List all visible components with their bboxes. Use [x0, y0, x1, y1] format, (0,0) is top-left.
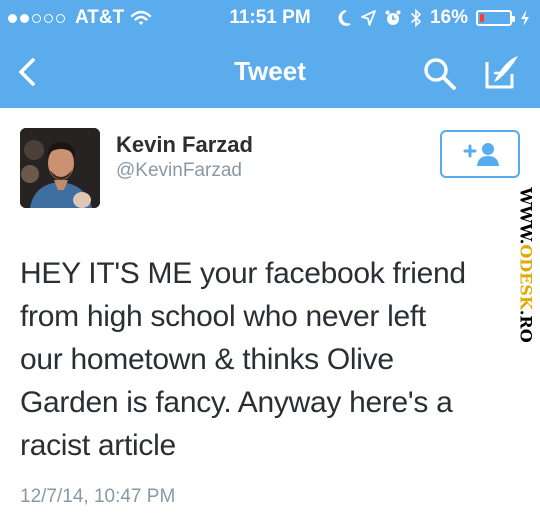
bluetooth-icon	[410, 8, 422, 28]
watermark-prefix: WWW.	[516, 187, 536, 245]
tweet-text-line: HEY IT'S ME your facebook friend	[20, 257, 466, 290]
tweet-text-line: Garden is fancy. Anyway here's a	[20, 386, 453, 419]
tweet-text: HEY IT'S ME your facebook friend from hi…	[20, 252, 510, 467]
battery-tip	[512, 16, 515, 22]
tweet-text-line: our hometown & thinks Olive	[20, 343, 394, 376]
watermark-suffix: .RO	[516, 309, 536, 343]
author-username[interactable]: @KevinFarzad	[116, 160, 242, 182]
charging-bolt-icon	[521, 10, 529, 26]
alarm-clock-icon	[385, 10, 401, 25]
watermark-text: WWW.ODESK.RO	[517, 187, 536, 342]
author-display-name[interactable]: Kevin Farzad	[116, 132, 253, 158]
moon-icon	[338, 10, 351, 26]
location-arrow-icon	[361, 10, 376, 26]
search-icon[interactable]	[420, 54, 460, 94]
avatar-portrait	[20, 128, 100, 208]
status-right: 16%	[336, 7, 530, 29]
watermark-accent: ODESK	[516, 244, 536, 310]
avatar[interactable]	[20, 128, 100, 208]
status-bar: AT&T 11:51 PM 16%	[0, 0, 540, 36]
follow-button[interactable]	[440, 130, 520, 178]
tweet-timestamp: 12/7/14, 10:47 PM	[20, 486, 176, 507]
add-user-icon	[463, 143, 499, 166]
battery-percent: 16%	[429, 7, 468, 28]
tweet-text-line: racist article	[20, 429, 176, 462]
navigation-bar: Tweet	[0, 36, 540, 108]
compose-icon[interactable]	[482, 52, 522, 92]
watermark: WWW.ODESK.RO	[512, 187, 540, 343]
battery-level-fill	[480, 14, 484, 22]
battery-icon	[476, 10, 515, 26]
tweet-text-line: from high school who never left	[20, 300, 426, 333]
